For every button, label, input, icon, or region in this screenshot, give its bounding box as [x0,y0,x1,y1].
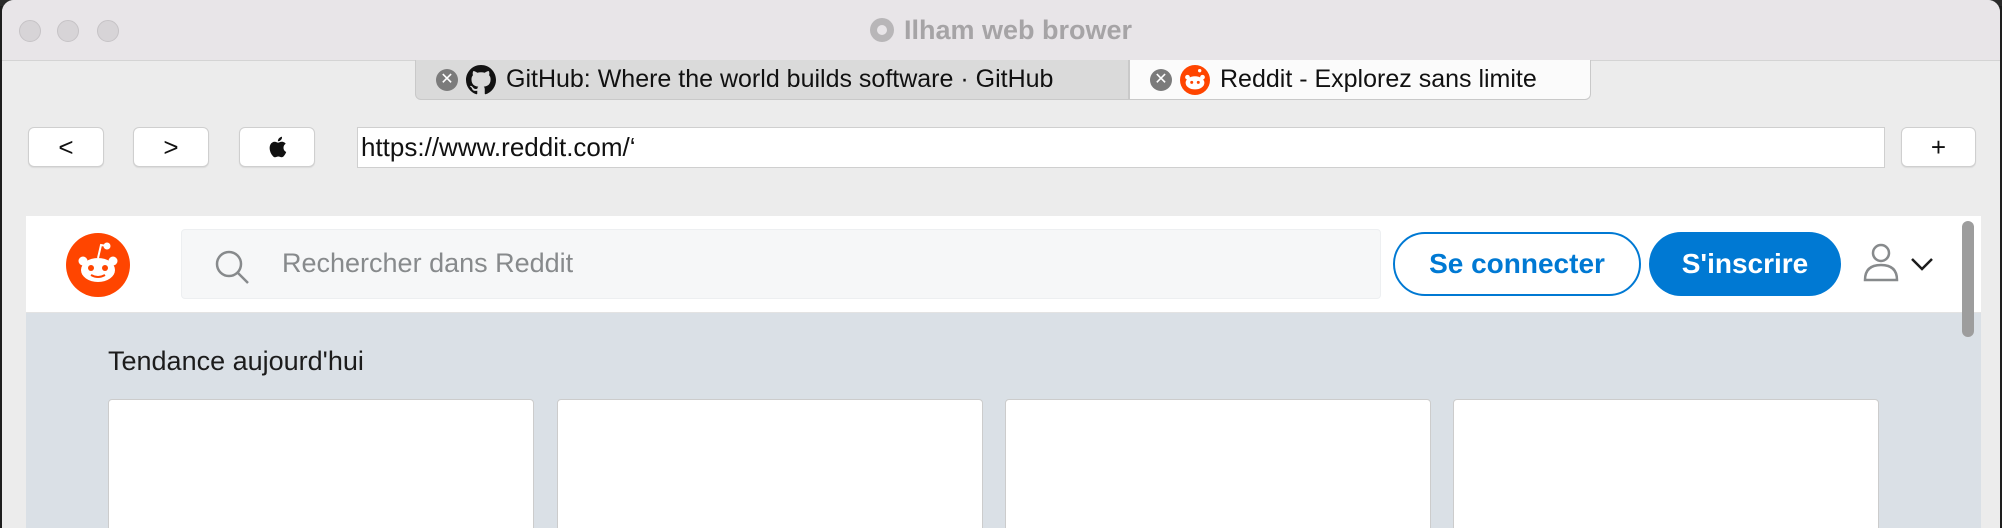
web-content: Rechercher dans Reddit Se connecter S'in… [26,216,1981,528]
back-button[interactable]: < [28,127,104,167]
window-title: Ilham web brower [2,15,2000,46]
browser-window: Ilham web brower ✕ GitHub: Where the wor… [2,0,2000,528]
signup-button[interactable]: S'inscrire [1649,232,1841,296]
search-icon [215,250,249,284]
chevron-down-icon [1911,258,1933,271]
reddit-header: Rechercher dans Reddit Se connecter S'in… [26,216,1981,313]
trending-card[interactable] [1005,399,1431,528]
tab-label: Reddit - Explorez sans limite [1220,65,1537,93]
trending-card[interactable] [108,399,534,528]
reddit-search[interactable]: Rechercher dans Reddit [181,229,1381,299]
tab-label: GitHub: Where the world builds software … [506,65,1054,93]
reddit-icon [1180,64,1210,95]
close-tab-icon[interactable]: ✕ [1150,68,1172,91]
scrollbar[interactable] [1962,221,1974,337]
forward-button[interactable]: > [133,127,209,167]
reddit-logo[interactable] [66,233,130,297]
user-menu-button[interactable] [1861,240,1941,290]
address-bar[interactable] [357,127,1885,168]
close-tab-icon[interactable]: ✕ [436,68,458,91]
title-bar: Ilham web brower [2,0,2000,61]
search-placeholder: Rechercher dans Reddit [282,248,574,278]
github-icon [466,64,496,95]
trending-card[interactable] [557,399,983,528]
tab-bar: ✕ GitHub: Where the world builds softwar… [415,60,1591,102]
tab-github[interactable]: ✕ GitHub: Where the world builds softwar… [415,60,1129,100]
tab-reddit[interactable]: ✕ Reddit - Explorez sans limite [1129,60,1591,100]
trending-heading: Tendance aujourd'hui [108,346,364,376]
trending-card[interactable] [1453,399,1879,528]
user-icon [1863,243,1899,282]
home-button[interactable] [239,127,315,167]
login-button[interactable]: Se connecter [1393,232,1641,296]
app-icon [869,18,894,42]
new-tab-button[interactable]: + [1901,127,1976,167]
apple-icon [269,136,287,158]
window-title-text: Ilham web brower [903,15,1133,45]
